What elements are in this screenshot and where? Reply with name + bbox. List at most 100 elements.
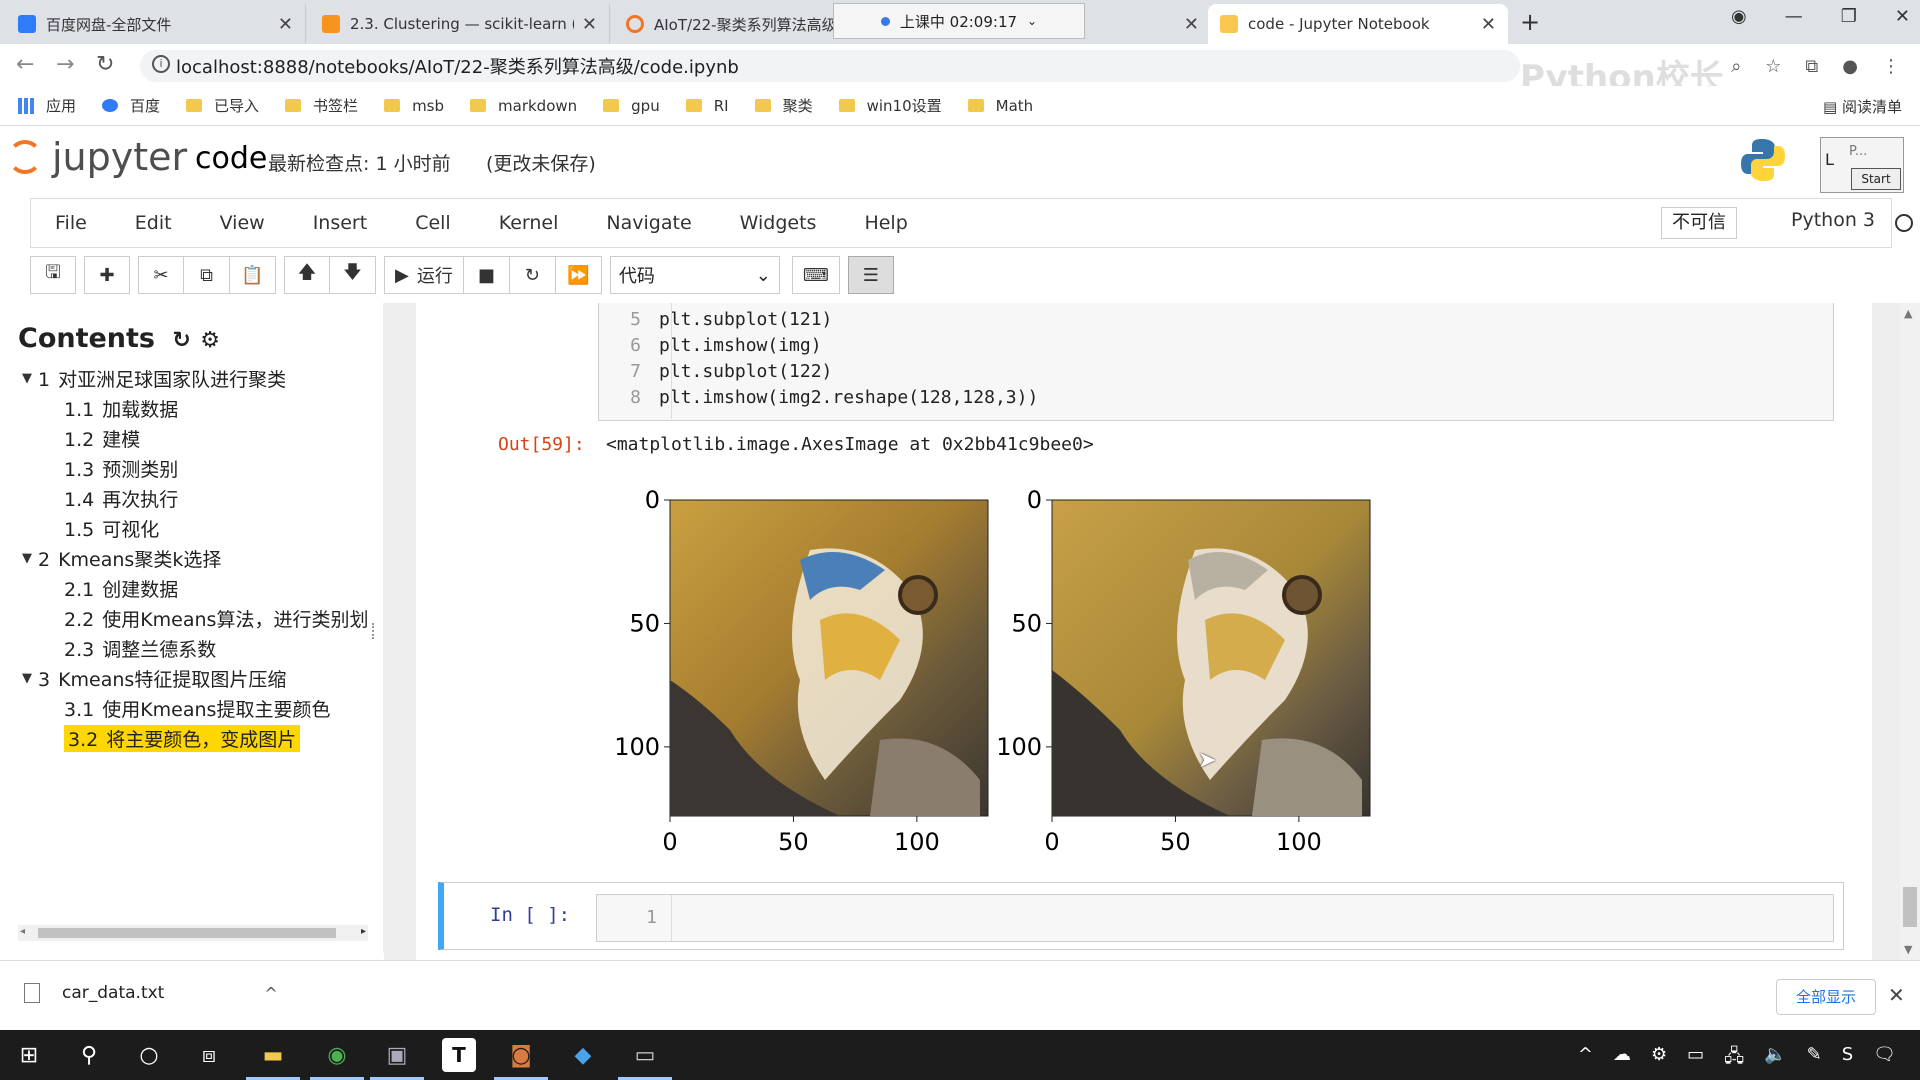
collapse-triangle-icon[interactable]: ▼ — [22, 551, 38, 566]
toc-item[interactable]: 2.1 创建数据 — [22, 573, 372, 603]
notebook-name[interactable]: code — [195, 141, 267, 176]
chrome-icon[interactable]: ◉ — [310, 1038, 364, 1080]
empty-cell-editor[interactable]: 1 — [596, 894, 1834, 942]
bookmark-baidu[interactable]: 百度 — [102, 95, 160, 116]
info-icon[interactable]: i — [152, 55, 170, 73]
volume-icon[interactable]: 🔈 — [1764, 1044, 1786, 1074]
close-icon[interactable]: ✕ — [1481, 14, 1496, 35]
refresh-icon[interactable]: ↻ — [172, 328, 190, 353]
menu-edit[interactable]: Edit — [111, 212, 196, 234]
copy-button[interactable]: ⧉ — [184, 256, 230, 294]
download-item[interactable]: car_data.txt ^ — [24, 983, 278, 1003]
menu-widgets[interactable]: Widgets — [716, 212, 841, 234]
menu-navigate[interactable]: Navigate — [582, 212, 715, 234]
toc-item[interactable]: 2.3 调整兰德系数 — [22, 633, 372, 663]
menu-cell[interactable]: Cell — [391, 212, 475, 234]
toc-item[interactable]: 1.4 再次执行 — [22, 483, 372, 513]
show-all-button[interactable]: 全部显示 — [1776, 979, 1876, 1015]
toc-horizontal-scrollbar[interactable]: ◂ ▸ — [18, 925, 368, 941]
tab-baidu-pan[interactable]: 百度网盘-全部文件 ✕ — [6, 4, 306, 44]
collapse-triangle-icon[interactable]: ▼ — [22, 371, 38, 386]
tab-jupyter-notebook[interactable]: code - Jupyter Notebook ✕ — [1208, 4, 1508, 44]
scroll-left-icon[interactable]: ◂ — [20, 926, 25, 937]
toc-resize-handle[interactable] — [372, 623, 378, 639]
task-view-icon[interactable]: ⧈ — [192, 1038, 226, 1072]
notebook-vertical-scrollbar[interactable]: ▲ ▼ — [1900, 303, 1920, 960]
paste-button[interactable]: 📋 — [230, 256, 276, 294]
close-icon[interactable]: ✕ — [278, 14, 293, 35]
jupyter-logo[interactable]: jupyter — [8, 135, 187, 179]
cloud-icon[interactable]: ☁ — [1613, 1044, 1631, 1074]
close-icon[interactable]: ✕ — [1184, 14, 1199, 35]
search-icon[interactable]: ⚲ — [72, 1038, 106, 1072]
extension-icon[interactable]: ⧉ — [1805, 56, 1818, 77]
scroll-down-icon[interactable]: ▼ — [1904, 943, 1912, 956]
cell-type-select[interactable]: 代码 ⌄ — [609, 256, 780, 294]
file-explorer-icon[interactable]: ▬ — [246, 1038, 300, 1080]
toc-item[interactable]: ▼ 1 对亚洲足球国家队进行聚类 — [22, 363, 372, 393]
typora-icon[interactable]: T — [442, 1038, 476, 1072]
profile-icon[interactable]: ● — [1842, 56, 1858, 77]
move-down-button[interactable]: 🡇 — [330, 256, 376, 294]
input-method-icon[interactable]: S — [1842, 1044, 1853, 1074]
trusted-indicator[interactable]: 不可信 — [1661, 207, 1737, 239]
bookmark-apps[interactable]: 应用 — [18, 95, 76, 116]
run-button[interactable]: ▶ 运行 — [384, 256, 464, 294]
toc-toggle-button[interactable]: ☰ — [847, 256, 894, 294]
terminal-icon[interactable]: ▭ — [618, 1038, 672, 1080]
vscode-icon[interactable]: ◆ — [566, 1038, 600, 1072]
bookmark-folder[interactable]: Math — [967, 97, 1033, 115]
recording-indicator[interactable]: 上课中 02:09:17 ⌄ — [833, 3, 1085, 39]
code-cell-editor[interactable]: 5 plt.subplot(121) 6 plt.imshow(img) 7 plt.… — [598, 303, 1834, 421]
toc-item[interactable]: ▼ 3 Kmeans特征提取图片压缩 — [22, 663, 372, 693]
bookmark-folder[interactable]: win10设置 — [838, 95, 942, 116]
bookmark-folder[interactable]: markdown — [470, 97, 577, 115]
new-tab-button[interactable]: + — [1520, 8, 1540, 36]
move-up-button[interactable]: 🡅 — [284, 256, 330, 294]
close-icon[interactable]: ✕ — [1888, 983, 1905, 1007]
toc-item[interactable]: 1.5 可视化 — [22, 513, 372, 543]
back-arrow-icon[interactable]: ← — [16, 52, 34, 77]
menu-kernel[interactable]: Kernel — [475, 212, 583, 234]
bookmark-folder[interactable]: RI — [685, 97, 729, 115]
reading-list[interactable]: ▤ 阅读清单 — [1823, 96, 1902, 117]
toc-item[interactable]: 3.2 将主要颜色，变成图片 — [22, 723, 372, 753]
start-button[interactable]: Start — [1851, 168, 1901, 190]
zoom-icon[interactable]: ⌕ — [1731, 56, 1741, 77]
cut-button[interactable]: ✂ — [138, 256, 184, 294]
scrollbar-thumb[interactable] — [38, 928, 336, 938]
pen-icon[interactable]: ✎ — [1807, 1044, 1822, 1074]
collapse-triangle-icon[interactable]: ▼ — [22, 671, 38, 686]
close-window-icon[interactable]: ✕ — [1895, 6, 1910, 27]
star-icon[interactable]: ☆ — [1765, 56, 1781, 77]
notification-icon[interactable]: 🗨 — [1873, 1044, 1896, 1074]
reload-icon[interactable]: ↻ — [96, 52, 114, 77]
url-field[interactable]: i localhost:8888/notebooks/AIoT/22-聚类系列算… — [140, 50, 1520, 82]
restart-button[interactable]: ↻ — [509, 256, 556, 294]
tab-search-icon[interactable]: ◉ — [1731, 6, 1747, 27]
restore-icon[interactable]: ❐ — [1841, 6, 1857, 27]
toc-item[interactable]: ▼ 2 Kmeans聚类k选择 — [22, 543, 372, 573]
bookmark-folder[interactable]: msb — [384, 97, 444, 115]
windows-start-icon[interactable]: ⊞ — [12, 1038, 46, 1072]
bookmark-folder[interactable]: gpu — [603, 97, 660, 115]
gear-icon[interactable]: ⚙ — [200, 328, 220, 353]
insert-cell-button[interactable]: ✚ — [84, 256, 130, 294]
network-icon[interactable]: 🖧 — [1724, 1044, 1744, 1074]
menu-insert[interactable]: Insert — [289, 212, 392, 234]
restart-run-all-button[interactable]: ⏩ — [555, 256, 602, 294]
app-tray-icon[interactable]: ⚙ — [1651, 1044, 1667, 1074]
close-icon[interactable]: ✕ — [582, 14, 597, 35]
image-viewer-icon[interactable]: ▣ — [370, 1038, 424, 1080]
save-button[interactable]: 🖫 — [30, 256, 76, 294]
toc-item[interactable]: 3.1 使用Kmeans提取主要颜色 — [22, 693, 372, 723]
scroll-up-icon[interactable]: ▲ — [1904, 307, 1912, 320]
powerpoint-icon[interactable]: ◙ — [494, 1038, 548, 1080]
scroll-right-icon[interactable]: ▸ — [361, 926, 366, 937]
toc-item[interactable]: 2.2 使用Kmeans算法，进行类别划 — [22, 603, 372, 633]
bookmark-folder[interactable]: 已导入 — [186, 95, 259, 116]
more-menu-icon[interactable]: ⋮ — [1882, 56, 1900, 77]
scrollbar-thumb[interactable] — [1903, 887, 1917, 927]
command-palette-button[interactable]: ⌨ — [791, 256, 840, 294]
tab-sklearn[interactable]: 2.3. Clustering — scikit-learn ( ✕ — [310, 4, 610, 44]
